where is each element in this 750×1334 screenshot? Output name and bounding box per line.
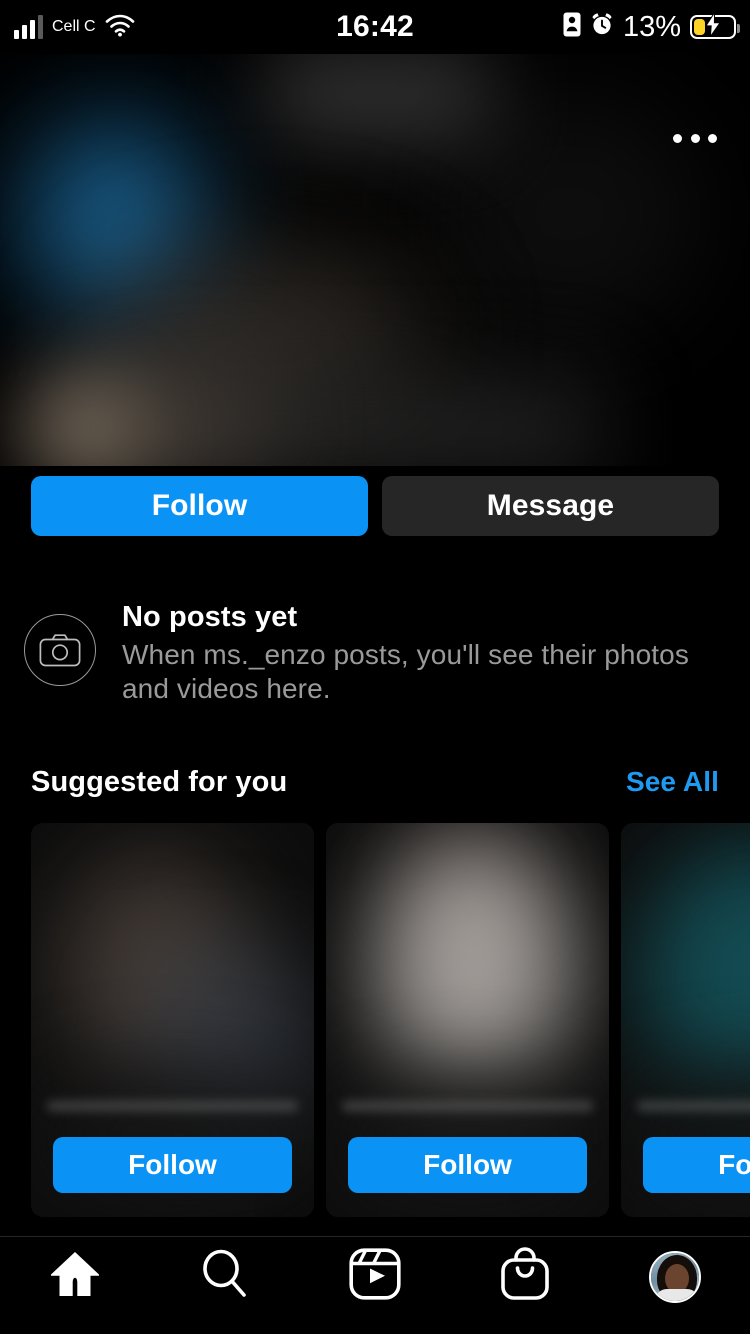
battery-percent-label: 13% <box>622 10 681 43</box>
profile-avatar-icon <box>649 1250 701 1303</box>
ellipsis-icon[interactable] <box>673 125 717 151</box>
suggested-title: Suggested for you <box>31 765 288 798</box>
reels-icon <box>349 1248 401 1305</box>
nav-item-shop[interactable] <box>450 1237 600 1334</box>
message-button[interactable]: Message <box>382 476 719 536</box>
no-posts-title: No posts yet <box>122 601 298 633</box>
instagram-profile-screen: Cell C 16:42 13% Follow Message No posts… <box>0 0 750 1334</box>
card-follow-button[interactable]: Follow <box>348 1137 587 1193</box>
battery-charging-icon <box>690 10 740 39</box>
alarm-clock-icon <box>590 12 614 42</box>
clock-label: 16:42 <box>336 10 414 43</box>
card-follow-button[interactable]: Follow <box>643 1137 750 1193</box>
nav-item-reels[interactable] <box>300 1237 450 1334</box>
bottom-navigation-bar <box>0 1237 750 1334</box>
username-blur <box>262 54 492 142</box>
suggested-cards-carousel[interactable]: Follow Follow Follow <box>31 823 750 1217</box>
card-follow-button[interactable]: Follow <box>53 1137 292 1193</box>
search-icon <box>198 1247 252 1306</box>
nav-item-search[interactable] <box>150 1237 300 1334</box>
nav-item-home[interactable] <box>0 1237 150 1334</box>
home-icon <box>47 1248 103 1305</box>
nav-item-profile[interactable] <box>600 1237 750 1334</box>
status-bar-right: 13% <box>563 0 740 54</box>
portrait-orientation-lock-icon <box>563 12 581 42</box>
camera-icon <box>24 614 96 686</box>
suggestion-card[interactable]: Follow <box>31 823 314 1217</box>
status-bar: Cell C 16:42 13% <box>0 0 750 54</box>
shopping-bag-icon <box>500 1247 550 1306</box>
suggestion-username-blur <box>342 1101 593 1111</box>
profile-header-blurred <box>0 54 750 466</box>
follow-button[interactable]: Follow <box>31 476 368 536</box>
suggestion-username-blur <box>637 1101 750 1111</box>
suggestion-card[interactable]: Follow <box>326 823 609 1217</box>
suggested-header: Suggested for you See All <box>31 762 719 802</box>
suggestion-username-blur <box>47 1101 298 1111</box>
no-posts-text: No posts yet When ms._enzo posts, you'll… <box>122 598 722 706</box>
suggestion-card[interactable]: Follow <box>621 823 750 1217</box>
profile-action-buttons: Follow Message <box>31 476 719 536</box>
no-posts-subtitle: When ms._enzo posts, you'll see their ph… <box>122 639 689 704</box>
see-all-link[interactable]: See All <box>626 766 719 798</box>
